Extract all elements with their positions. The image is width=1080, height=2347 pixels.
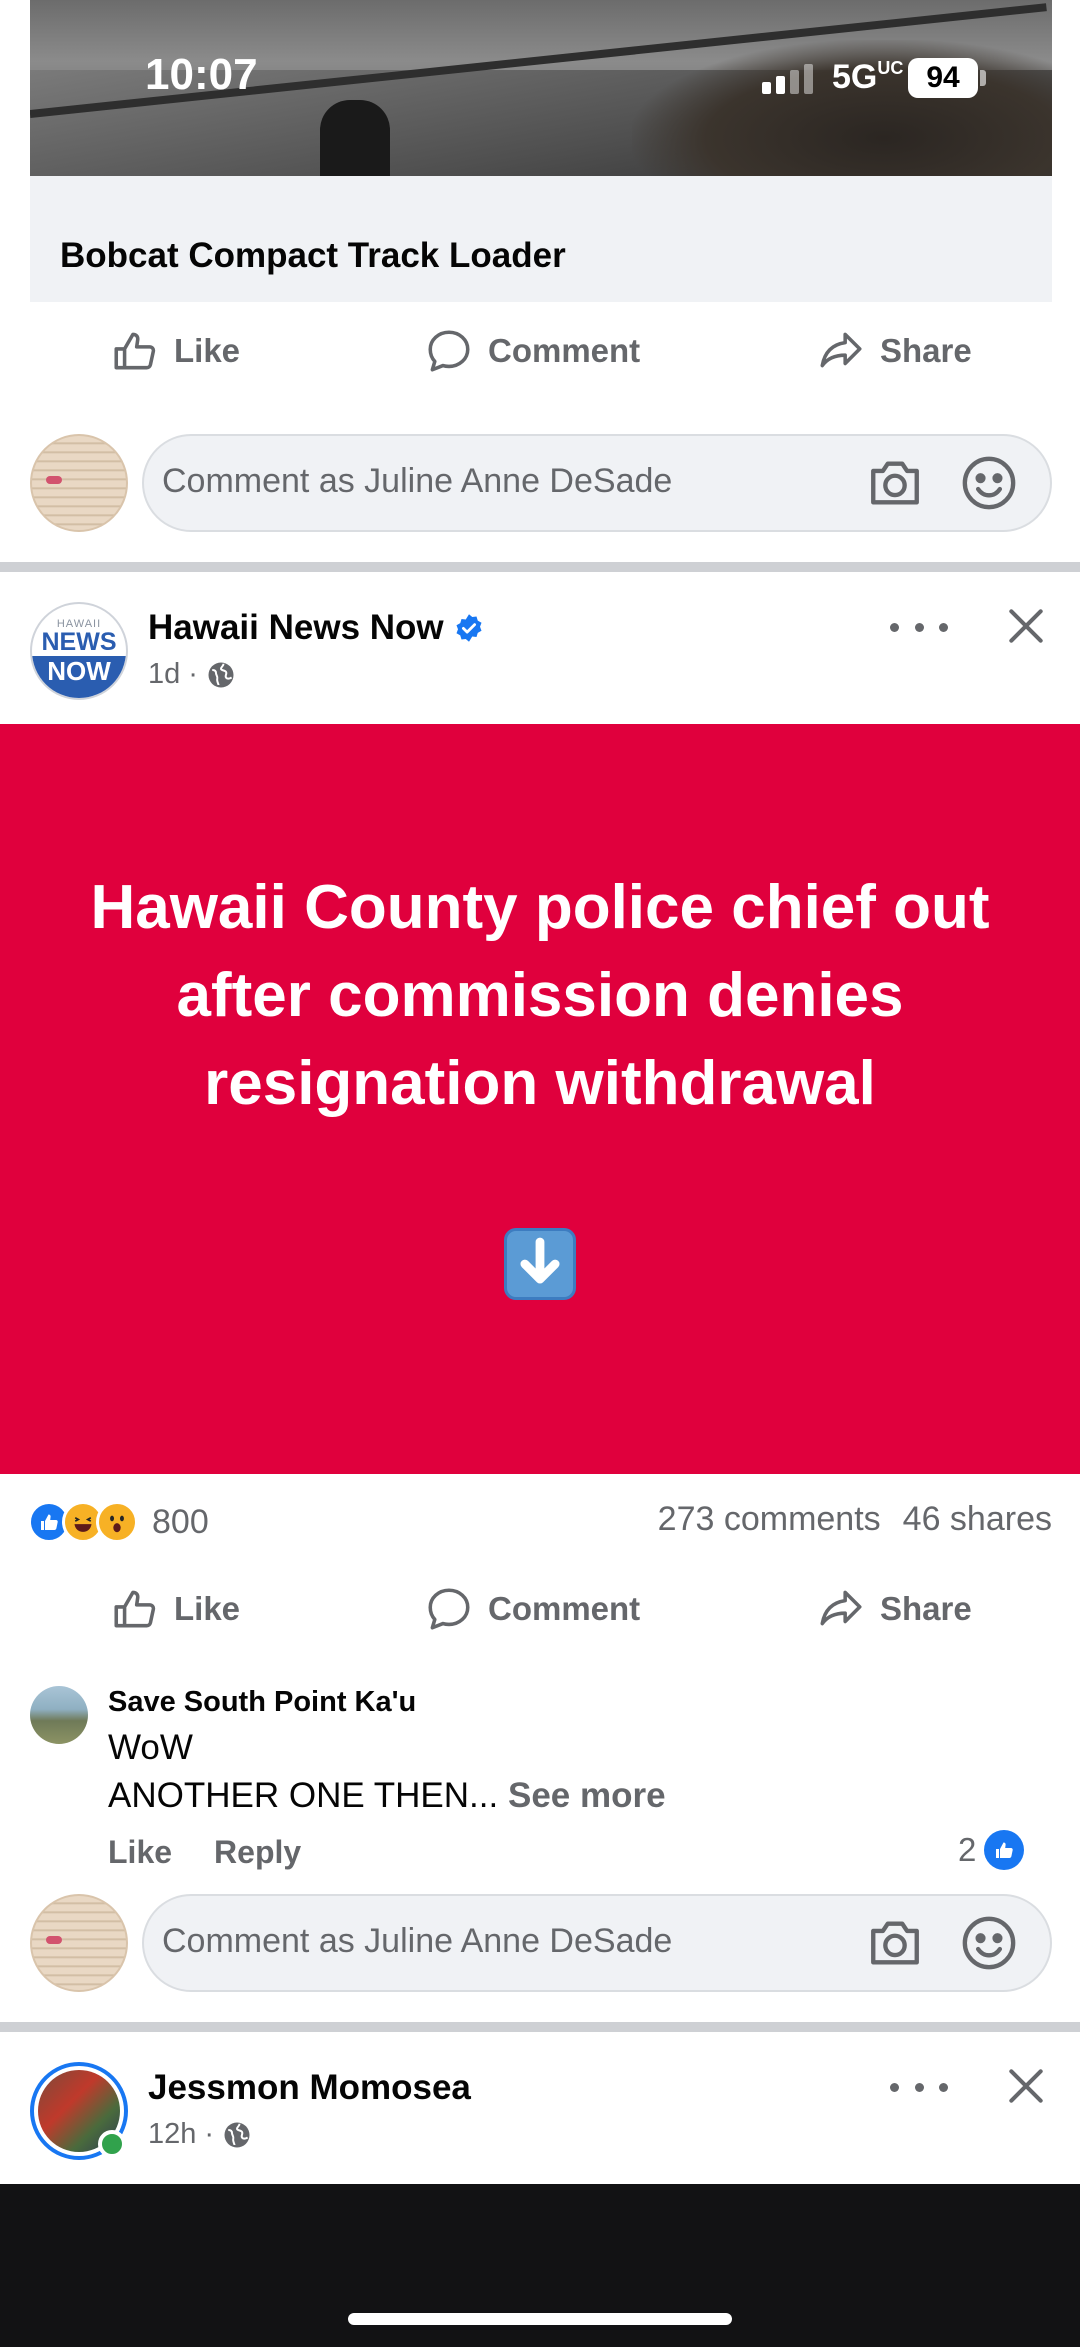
share-button[interactable]: Share xyxy=(816,306,972,396)
verified-badge-icon xyxy=(456,614,482,642)
emoji-icon[interactable] xyxy=(960,454,1018,512)
globe-icon xyxy=(224,2122,250,2147)
close-icon[interactable] xyxy=(1004,604,1048,648)
headline-text: Hawaii County police chief out after com… xyxy=(90,873,990,1118)
post-divider xyxy=(0,562,1080,572)
more-options-icon[interactable] xyxy=(890,2072,948,2102)
comment-button[interactable]: Comment xyxy=(424,306,640,396)
next-post-author[interactable]: Jessmon Momosea xyxy=(148,2068,471,2108)
meta-separator: · xyxy=(188,658,198,690)
online-status-icon xyxy=(98,2130,126,2158)
post-author-name[interactable]: Hawaii News Now xyxy=(148,608,444,648)
previous-post-caption[interactable]: Bobcat Compact Track Loader xyxy=(60,236,566,276)
post-image[interactable]: Hawaii County police chief out after com… xyxy=(0,724,1080,1474)
battery-icon: 94 xyxy=(908,58,978,98)
thumbs-up-icon xyxy=(114,1590,156,1628)
emoji-icon[interactable] xyxy=(960,1914,1018,1972)
comment-like-button[interactable]: Like xyxy=(108,1834,172,1871)
globe-icon xyxy=(208,662,234,687)
comment-text-truncated: ANOTHER ONE THEN... xyxy=(108,1776,499,1815)
previous-post-comment-composer: Comment as Juline Anne DeSade xyxy=(0,434,1080,534)
share-arrow-icon xyxy=(820,332,862,368)
reaction-summary[interactable]: 800 xyxy=(28,1498,209,1546)
share-button[interactable]: Share xyxy=(816,1564,972,1654)
next-post-time[interactable]: 12h xyxy=(148,2118,196,2151)
post-divider xyxy=(0,2022,1080,2032)
comment-input-placeholder[interactable]: Comment as Juline Anne DeSade xyxy=(162,1922,672,1961)
post-action-bar: Like Comment Share xyxy=(0,1564,1080,1654)
like-button[interactable]: Like xyxy=(110,1564,240,1654)
battery-tip xyxy=(980,70,986,86)
see-more-link[interactable]: See more xyxy=(508,1776,666,1815)
page-avatar[interactable]: HAWAII NEWS NOW xyxy=(30,602,128,700)
more-options-icon[interactable] xyxy=(890,612,948,642)
share-arrow-icon xyxy=(820,1590,862,1626)
comment-like-count: 2 xyxy=(958,1831,977,1868)
status-bar: 10:07 5GUC 94 xyxy=(0,0,1080,150)
comment-reply-button[interactable]: Reply xyxy=(214,1834,301,1871)
comment-bubble-icon xyxy=(428,1588,470,1630)
comment-reaction-count[interactable]: 2 xyxy=(958,1830,1025,1870)
like-button[interactable]: Like xyxy=(110,306,240,396)
post-comment-composer: Comment as Juline Anne DeSade xyxy=(0,1894,1080,1994)
previous-post-action-bar: Like Comment Share xyxy=(0,306,1080,396)
thumbs-up-icon xyxy=(114,332,156,370)
camera-icon[interactable] xyxy=(866,1916,924,1970)
engagement-counts: 273 comments 46 shares xyxy=(658,1500,1052,1539)
logo-now-text: NOW xyxy=(32,656,126,698)
meta-separator: · xyxy=(204,2118,215,2150)
comments-count[interactable]: 273 comments xyxy=(658,1500,881,1539)
network-badge: UC xyxy=(877,58,904,78)
comment-input-placeholder[interactable]: Comment as Juline Anne DeSade xyxy=(162,462,672,501)
down-arrow-emoji-icon xyxy=(504,1228,576,1300)
next-post-meta: 12h · xyxy=(148,2118,252,2151)
comment-text-line-1: WoW xyxy=(108,1728,193,1767)
user-avatar[interactable] xyxy=(30,1894,128,1992)
comment-actions: Like Reply xyxy=(108,1834,301,1871)
close-icon[interactable] xyxy=(1004,2064,1048,2108)
network-label: 5GUC xyxy=(832,58,904,96)
user-avatar[interactable] xyxy=(30,434,128,532)
camera-icon[interactable] xyxy=(866,456,924,510)
status-time: 10:07 xyxy=(145,50,258,99)
comment-button[interactable]: Comment xyxy=(424,1564,640,1654)
shares-count[interactable]: 46 shares xyxy=(903,1500,1052,1539)
like-reaction-icon xyxy=(984,1830,1025,1870)
wow-reaction-icon xyxy=(96,1501,138,1543)
reaction-count[interactable]: 800 xyxy=(152,1503,209,1542)
post-author[interactable]: Hawaii News Now xyxy=(148,608,484,648)
comment-text-line-2: ANOTHER ONE THEN... See more xyxy=(108,1776,666,1816)
post-meta: 1d · xyxy=(148,658,236,691)
logo-news-text: NEWS xyxy=(41,628,117,656)
home-indicator[interactable] xyxy=(348,2313,732,2325)
commenter-avatar[interactable] xyxy=(30,1686,88,1744)
post-time[interactable]: 1d xyxy=(148,658,180,691)
cellular-signal-icon xyxy=(762,64,813,94)
comment-bubble-icon xyxy=(428,330,470,372)
commenter-name[interactable]: Save South Point Ka'u xyxy=(108,1686,416,1719)
